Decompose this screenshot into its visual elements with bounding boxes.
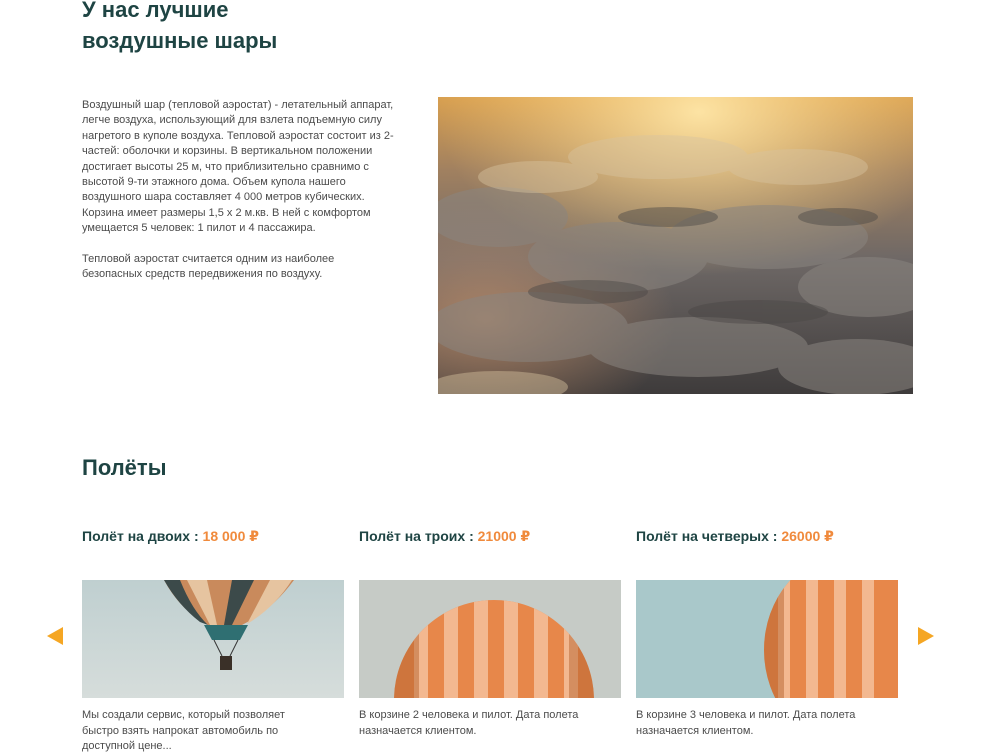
flight-heading: Полёт на двоих : 18 000 ₽ xyxy=(82,526,344,546)
about-title-line-1: У нас лучшие xyxy=(82,0,229,22)
flight-name: Полёт на двоих : xyxy=(82,528,203,544)
flight-price: 26000 ₽ xyxy=(781,528,834,544)
orange-balloon-photo xyxy=(359,580,621,698)
flight-description: Мы создали сервис, который позволяет быс… xyxy=(82,709,285,752)
clouds-photo xyxy=(438,97,913,394)
flight-price: 21000 ₽ xyxy=(477,528,531,544)
flights-title: Полёты xyxy=(82,455,167,480)
flight-name: Полёт на троих : xyxy=(359,528,478,544)
flight-name: Полёт на четверых : xyxy=(636,528,782,544)
flight-price: 18 000 ₽ xyxy=(202,528,259,544)
flight-card-two[interactable]: Полёт на двоих : 18 000 ₽ Мы создали сер… xyxy=(82,526,344,755)
flight-heading: Полёт на четверых : 26000 ₽ xyxy=(636,526,898,546)
balloon-with-basket-photo xyxy=(82,580,344,698)
orange-balloon-closeup-photo xyxy=(636,580,898,698)
arrow-right-icon[interactable] xyxy=(918,627,934,645)
about-paragraph-2: Тепловой аэростат считается одним из наи… xyxy=(82,252,335,281)
about-title-line-2: воздушные шары xyxy=(82,28,278,53)
about-description: Воздушный шар (тепловой аэростат) - лета… xyxy=(82,98,397,297)
flight-heading: Полёт на троих : 21000 ₽ xyxy=(359,526,621,546)
about-paragraph-1: Воздушный шар (тепловой аэростат) - лета… xyxy=(82,99,394,235)
flight-description: В корзине 3 человека и пилот. Дата полет… xyxy=(636,709,856,737)
flight-card-three[interactable]: Полёт на троих : 21000 ₽ В корзине 2 чел… xyxy=(359,526,621,739)
flight-card-four[interactable]: Полёт на четверых : 26000 ₽ В корзине 3 … xyxy=(636,526,898,739)
arrow-left-icon[interactable] xyxy=(47,627,63,645)
flight-description: В корзине 2 человека и пилот. Дата полет… xyxy=(359,709,579,737)
about-title: У нас лучшие воздушные шары xyxy=(82,0,402,56)
